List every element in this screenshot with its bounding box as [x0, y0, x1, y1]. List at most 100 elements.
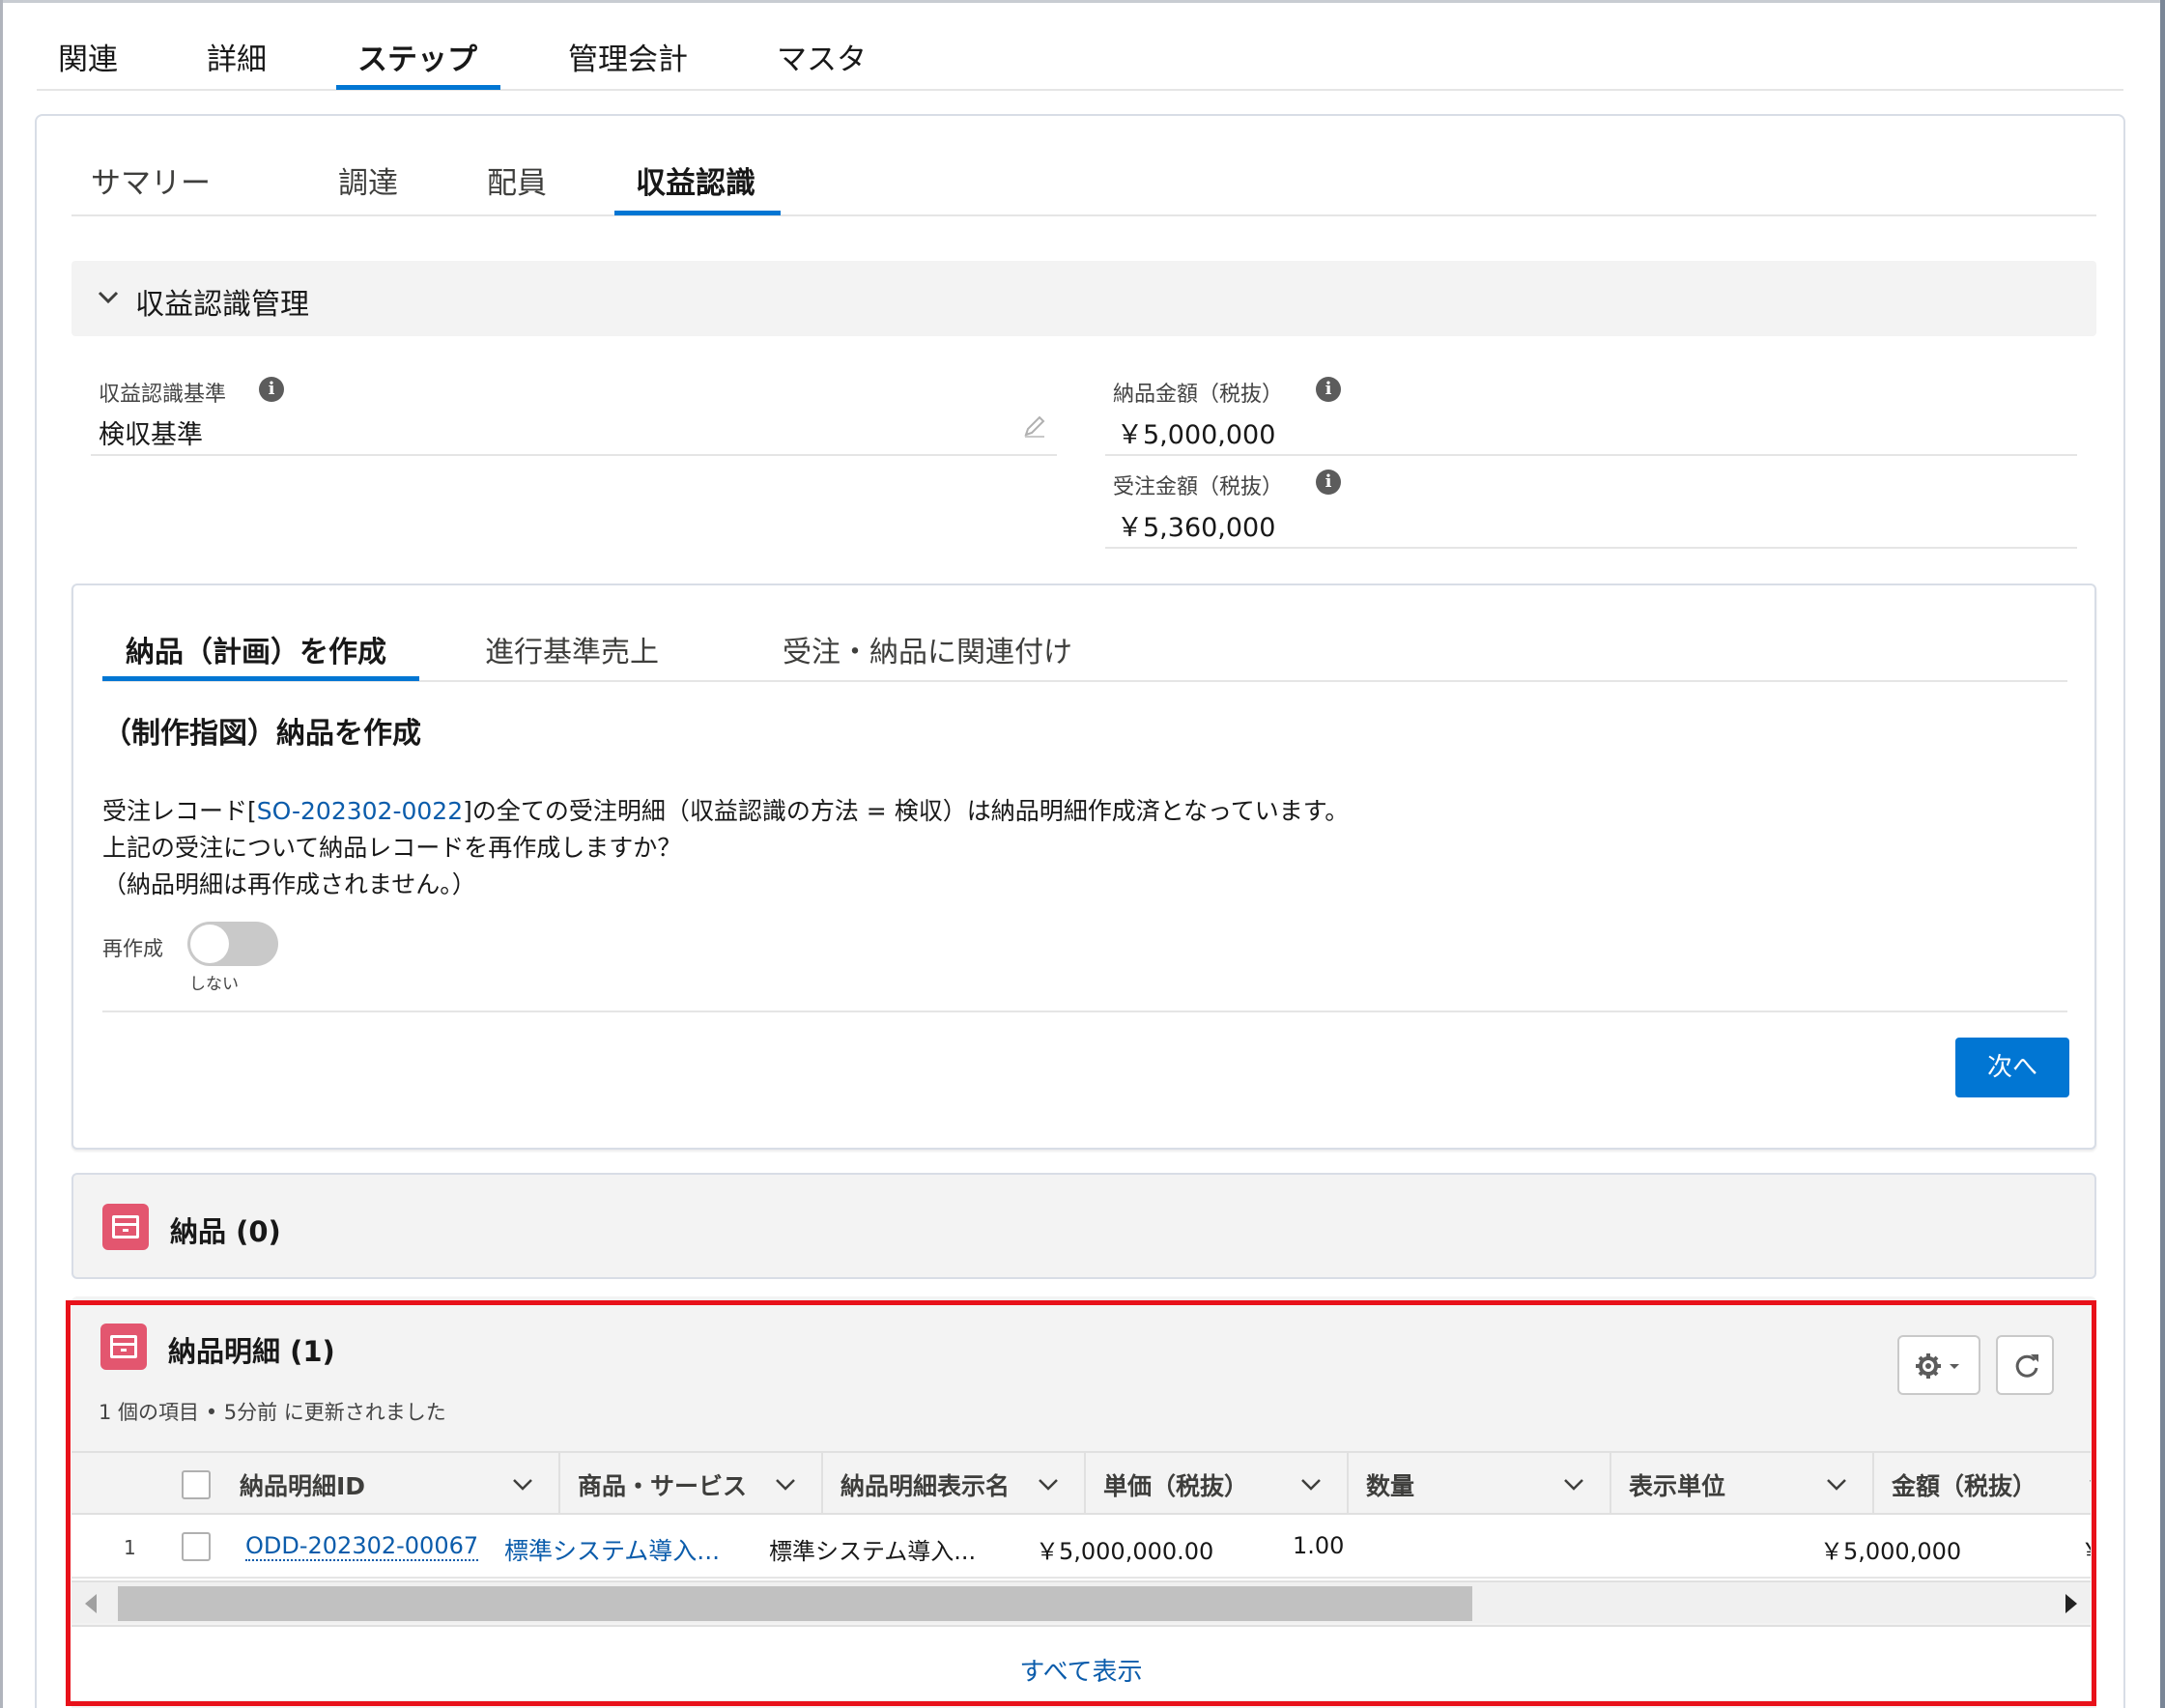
chevron-down-icon [1039, 1479, 1058, 1491]
table-header-row: 納品明細ID 商品・サービス 納品明細表示名 単価（税抜） 数量 表示単位 金額… [71, 1451, 2091, 1515]
tab-master[interactable]: マスタ [777, 35, 867, 78]
inner-tab-bar: 納品（計画）を作成 進行基準売上 受注・納品に関連付け [102, 585, 2067, 682]
tab-staffing[interactable]: 配員 [487, 158, 547, 202]
inner-divider [102, 1011, 2067, 1012]
next-button[interactable]: 次へ [1955, 1038, 2069, 1097]
tab-progress-revenue[interactable]: 進行基準売上 [485, 628, 659, 670]
unit-price-cell: ￥5,000,000.00 [1036, 1538, 1214, 1565]
sub-tab-bar: サマリー 調達 配員 収益認識 [71, 116, 2096, 216]
row-select-checkbox[interactable] [182, 1532, 211, 1561]
chevron-down-icon [2090, 1480, 2091, 1482]
view-all-link[interactable]: すべて表示 [71, 1652, 2091, 1688]
gear-icon [1916, 1353, 1959, 1379]
related-detail-title[interactable]: 納品明細 (1) [168, 1329, 335, 1370]
section-header-revenue-recognition[interactable]: 収益認識管理 [71, 261, 2096, 336]
delivery-creation-card: 納品（計画）を作成 進行基準売上 受注・納品に関連付け （制作指図）納品を作成 … [71, 584, 2096, 1150]
tab-create-delivery-plan[interactable]: 納品（計画）を作成 [126, 628, 386, 670]
message-text: 受注レコード[ [102, 797, 257, 825]
list-settings-button[interactable] [1897, 1335, 1980, 1395]
order-record-link[interactable]: SO-202302-0022 [257, 797, 463, 825]
order-amount-label: 受注金額（税抜） [1113, 475, 1284, 499]
related-list-delivery: 納品 (0) [71, 1173, 2096, 1279]
quantity-cell: 1.00 [1293, 1532, 1345, 1559]
column-header-quantity[interactable]: 数量 [1349, 1453, 1611, 1515]
select-all-checkbox[interactable] [182, 1470, 211, 1499]
scroll-right-arrow-icon[interactable] [2065, 1594, 2077, 1613]
tab-link-order-delivery[interactable]: 受注・納品に関連付け [783, 628, 1072, 670]
field-divider [1105, 547, 2077, 549]
chevron-down-icon [776, 1479, 795, 1491]
tab-revenue-recognition[interactable]: 収益認識 [636, 158, 755, 202]
info-icon[interactable]: i [259, 377, 284, 402]
refresh-button[interactable] [1996, 1335, 2054, 1395]
info-icon[interactable]: i [1316, 470, 1341, 495]
delivery-detail-id-link[interactable]: ODD-202302-00067 [245, 1532, 479, 1561]
related-delivery-title[interactable]: 納品 (0) [170, 1210, 281, 1250]
message-line-3: （納品明細は再作成されません。） [102, 870, 476, 898]
tax-cell: ￥ [2081, 1532, 2091, 1566]
delivery-amount-label: 納品金額（税抜） [1113, 383, 1284, 407]
column-header-product[interactable]: 商品・サービス [560, 1453, 823, 1515]
scroll-left-arrow-icon[interactable] [85, 1594, 97, 1613]
scrollbar-thumb[interactable] [118, 1586, 1472, 1621]
recreate-toggle-label: 再作成 [102, 937, 163, 960]
related-detail-subinfo: 1 個の項目 • 5分前 に更新されました [99, 1401, 446, 1424]
column-label: 単価（税抜） [1103, 1472, 1249, 1500]
column-label: 納品明細ID [240, 1472, 366, 1500]
refresh-icon [2015, 1354, 2038, 1378]
delivery-object-icon [102, 1204, 149, 1250]
active-innertab-indicator [102, 676, 419, 681]
column-label: 表示単位 [1629, 1472, 1726, 1500]
window-left-edge [0, 0, 3, 1708]
column-header-id[interactable]: 納品明細ID [222, 1453, 560, 1515]
delivery-amount-value: ￥5,000,000 [1117, 420, 1276, 450]
column-header-unit-price[interactable]: 単価（税抜） [1086, 1453, 1349, 1515]
field-divider [1105, 454, 2077, 456]
info-icon[interactable]: i [1316, 377, 1341, 402]
pencil-icon[interactable] [1020, 412, 1049, 441]
active-tab-indicator [336, 85, 500, 90]
row-number: 1 [124, 1536, 136, 1559]
chevron-down-icon [513, 1479, 532, 1491]
chevron-down-icon [98, 291, 119, 304]
active-subtab-indicator [614, 211, 781, 215]
related-list-footer: すべて表示 [71, 1625, 2091, 1700]
recognition-basis-value: 検収基準 [99, 420, 203, 450]
display-name-cell: 標準システム導入... [769, 1538, 977, 1565]
horizontal-scrollbar[interactable] [71, 1580, 2091, 1623]
tab-steps[interactable]: ステップ [357, 35, 477, 78]
column-header-amount[interactable]: 金額（税抜） [1874, 1453, 2091, 1515]
column-header-display-unit[interactable]: 表示単位 [1611, 1453, 1874, 1515]
message-line-2: 上記の受注について納品レコードを再作成しますか？ [102, 834, 682, 862]
column-label: 数量 [1366, 1472, 1415, 1500]
column-header-display-name[interactable]: 納品明細表示名 [823, 1453, 1086, 1515]
message-text: ]の全ての受注明細（収益認識の方法 = 検収）は納品明細作成済となっています。 [463, 797, 1350, 825]
order-amount-value: ￥5,360,000 [1117, 513, 1276, 543]
column-label: 金額（税抜） [1892, 1472, 2037, 1500]
section-title: 収益認識管理 [135, 288, 309, 322]
row-divider [71, 1577, 2091, 1579]
tab-details[interactable]: 詳細 [207, 35, 267, 78]
recognition-basis-label: 収益認識基準 [99, 383, 227, 407]
field-divider [91, 454, 1057, 456]
product-link[interactable]: 標準システム導入... [504, 1532, 720, 1567]
message-line-1: 受注レコード[SO-202302-0022]の全ての受注明細（収益認識の方法 =… [102, 792, 1349, 827]
inner-heading: （制作指図）納品を作成 [102, 717, 421, 751]
tab-summary[interactable]: サマリー [91, 158, 211, 202]
delivery-detail-table: 納品明細ID 商品・サービス 納品明細表示名 単価（税抜） 数量 表示単位 金額… [71, 1451, 2091, 1623]
toggle-state-text: しない [189, 975, 239, 994]
top-tab-bar: 関連 詳細 ステップ 管理会計 マスタ [37, 0, 2123, 91]
delivery-detail-object-icon [100, 1324, 147, 1370]
window-right-edge [2160, 0, 2165, 1708]
tab-related[interactable]: 関連 [58, 35, 118, 78]
amount-cell: ￥5,000,000 [1820, 1538, 1962, 1565]
chevron-down-icon [1301, 1479, 1321, 1491]
column-label: 商品・サービス [578, 1472, 748, 1500]
column-label: 納品明細表示名 [840, 1472, 1011, 1500]
toggle-knob [190, 925, 229, 963]
chevron-down-icon [1827, 1479, 1846, 1491]
tab-procurement[interactable]: 調達 [338, 158, 398, 202]
tab-management-accounting[interactable]: 管理会計 [568, 35, 688, 78]
recreate-toggle[interactable] [187, 922, 278, 966]
chevron-down-icon [1564, 1479, 1583, 1491]
